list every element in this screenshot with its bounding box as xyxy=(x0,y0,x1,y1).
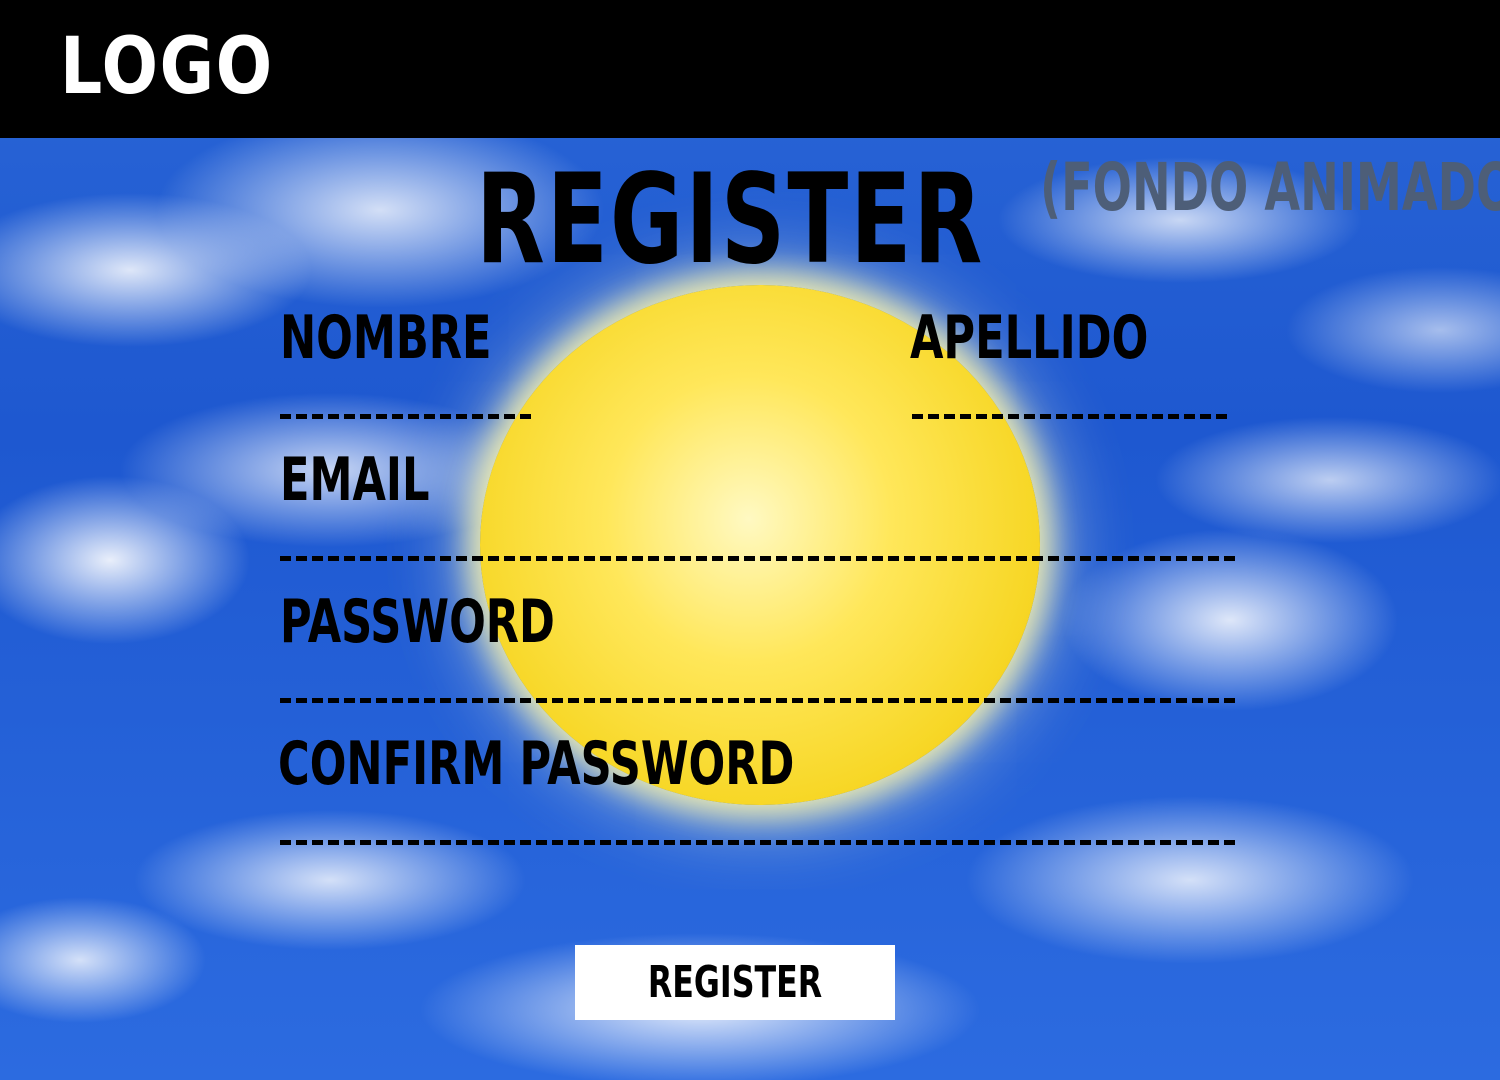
apellido-input[interactable] xyxy=(912,405,1230,419)
password-input[interactable] xyxy=(280,689,1236,703)
register-button[interactable]: REGISTER xyxy=(575,945,895,1020)
nombre-label: NOMBRE xyxy=(280,303,492,373)
animated-background-note: (FONDO ANIMADO) xyxy=(1040,149,1500,226)
nombre-input[interactable] xyxy=(280,405,532,419)
confirm-password-input[interactable] xyxy=(280,831,1236,845)
page-title: REGISTER xyxy=(476,148,985,292)
confirm-password-label: CONFIRM PASSWORD xyxy=(278,729,795,799)
apellido-label: APELLIDO xyxy=(910,303,1149,373)
logo[interactable]: LOGO xyxy=(60,22,274,112)
email-input[interactable] xyxy=(280,547,1236,561)
register-button-label: REGISTER xyxy=(647,956,823,1008)
top-bar: LOGO xyxy=(0,0,1500,138)
email-label: EMAIL xyxy=(280,445,430,515)
password-label: PASSWORD xyxy=(280,587,555,657)
